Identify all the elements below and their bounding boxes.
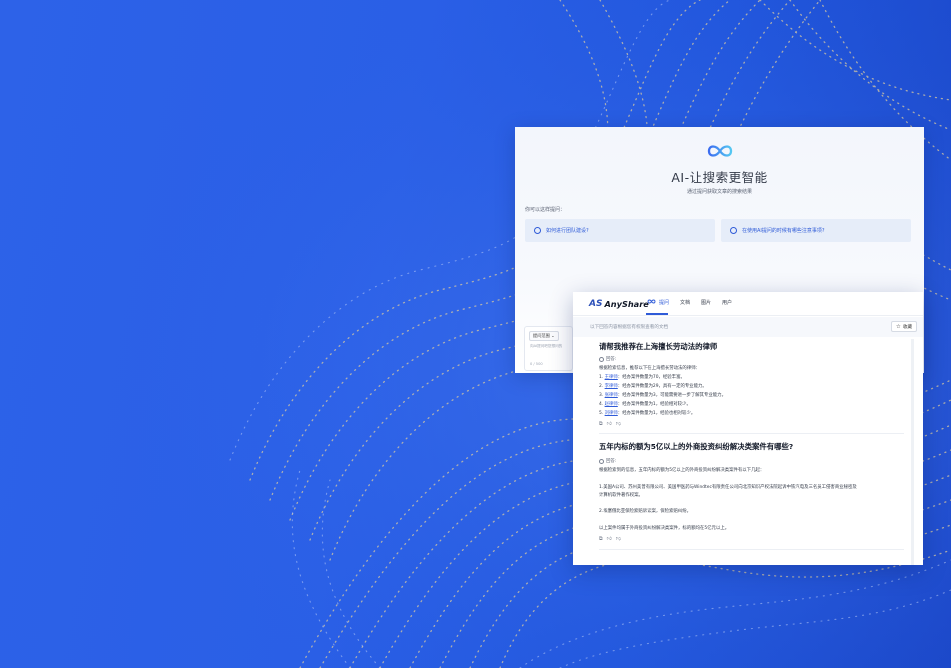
lawyer-link[interactable]: 王律师 [605,375,618,380]
answer-paragraph: 2.埃塞俄比亚保险索赔诉讼案，保险索赔纠纷。 [599,509,692,514]
suggestion-label: 如何进行团队建设? [546,228,589,234]
thumbs-up-icon[interactable]: 👍︎ [607,421,612,427]
qa-divider [599,433,904,434]
tab-ask[interactable]: 提问 [659,299,669,306]
answer-label: 回答: [599,458,616,464]
brand-mark: AS [589,299,603,309]
qa-divider [599,549,904,550]
answer-label: 回答: [599,356,616,362]
question-title: 五年内标的额为5亿以上的外商投资纠纷解决类案件有哪些? [599,442,794,451]
thumbs-down-icon[interactable]: 👎︎ [616,421,621,427]
answer-actions: ⧉ 👍︎ 👎︎ [599,421,621,427]
answer-actions: ⧉ 👍︎ 👎︎ [599,536,621,542]
lawyer-link[interactable]: 李律师 [605,384,618,389]
answer-paragraph: 以上案件均属于外商投资纠纷解决类案件，标的额均在5亿元以上。 [599,526,730,531]
answer-paragraph: 1.美国A公司、苏州美普有限公司、美国甲医药与Windtec有限责任公司向北京知… [599,485,857,490]
answer-intro: 根据检索到的信息，五年内标的额为5亿以上的外商投资纠纷解决类案件有以下几起： [599,468,765,473]
page-subtitle: 通过提问获取文章的搜索结果 [686,189,752,195]
star-icon: ☆ [895,323,901,330]
answer-paragraph: 计算机软件著作权案。 [599,493,643,498]
top-nav: AS AnyShare 提问 文档 图片 用户 [573,292,923,316]
char-counter: 0 / 500 [530,362,543,366]
scope-dropdown[interactable]: 提问范围 ⌄ [529,331,559,341]
anyshare-logo[interactable]: AS AnyShare [589,297,649,311]
tab-documents[interactable]: 文档 [680,299,690,306]
list-item: 4. 赵律师：经办案件数量为1，经验相对较少。 [599,402,691,407]
copy-icon[interactable]: ⧉ [599,421,603,427]
chat-bubble-icon [730,227,737,234]
page-title: AI-让搜索更智能 [671,170,768,185]
tab-images[interactable]: 图片 [701,299,711,306]
answer-intro: 根据检索信息，推荐以下在上海擅长劳动法的律师： [599,366,700,371]
list-item: 1. 王律师：经办案件数量为70，经验丰富。 [599,375,685,380]
collect-label: 收藏 [902,324,913,330]
thumbs-down-icon[interactable]: 👎︎ [616,536,621,542]
suggestion-label: 在使用AI提问的时候有哪些注意事项? [742,228,825,234]
active-tab-indicator [646,313,668,315]
lawyer-link[interactable]: 张律师 [605,393,618,398]
suggestion-card[interactable]: 如何进行团队建设? [525,219,715,242]
infinity-logo-icon [707,145,733,157]
permission-hint: 以下回答内容根据您有权限查看的文档 [590,325,669,330]
lawyer-link[interactable]: 赵律师 [605,402,618,407]
anyshare-results-window: AS AnyShare 提问 文档 图片 用户 以下回答内容根据您有权限查看的文… [573,292,923,565]
chat-bubble-icon [534,227,541,234]
lawyer-link[interactable]: 刘律师 [605,411,618,416]
suggestion-prompt-label: 你可以这样提问： [525,207,566,213]
collect-button[interactable]: ☆ 收藏 [891,321,917,332]
list-item: 3. 张律师：经办案件数量为3，可能需要进一步了解其专业能力。 [599,393,726,398]
list-item: 2. 李律师：经办案件数量为29，具有一定的专业能力。 [599,384,707,389]
list-item: 5. 刘律师：经办案件数量为1，经验也相对较少。 [599,411,696,416]
suggestion-card[interactable]: 在使用AI提问的时候有哪些注意事项? [721,219,911,242]
question-input-box[interactable]: 提问范围 ⌄ 向AI提问吧您想问的 0 / 500 [524,326,573,371]
answer-icon [599,458,604,464]
tab-users[interactable]: 用户 [722,299,732,306]
infinity-tab-icon [647,299,656,304]
answer-icon [599,356,604,362]
copy-icon[interactable]: ⧉ [599,536,603,542]
question-input-placeholder: 向AI提问吧您想问的 [530,344,563,348]
question-title: 请帮我推荐在上海擅长劳动法的律师 [599,342,718,351]
brand-name: AnyShare [604,299,649,309]
results-subheader: 以下回答内容根据您有权限查看的文档 ☆ 收藏 [573,317,923,337]
thumbs-up-icon[interactable]: 👍︎ [607,536,612,542]
qa-list: 请帮我推荐在上海擅长劳动法的律师 回答: 根据检索信息，推荐以下在上海擅长劳动法… [591,337,916,565]
